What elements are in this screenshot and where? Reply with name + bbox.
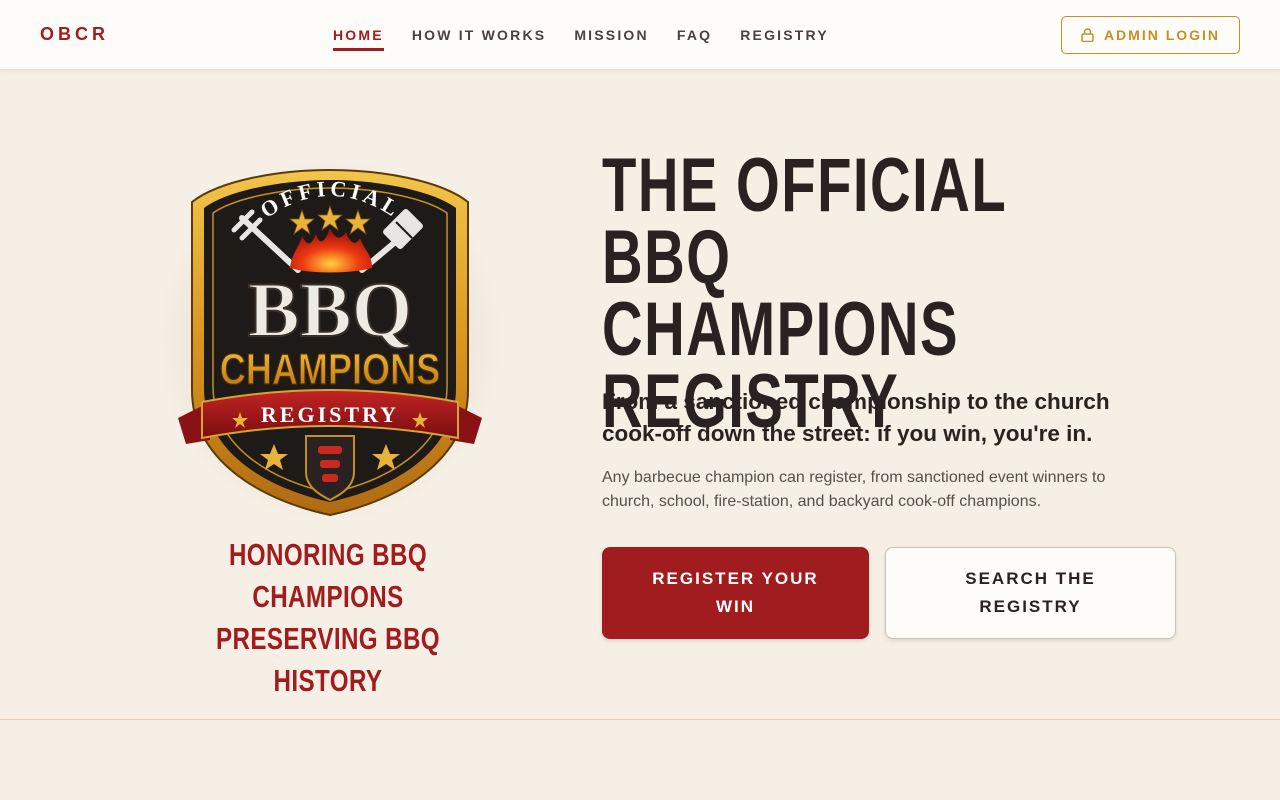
register-win-button[interactable]: REGISTER YOUR WIN [602,547,869,639]
nav-item-registry[interactable]: REGISTRY [740,19,829,51]
nav-item-home[interactable]: HOME [333,19,384,51]
hero-title-line-2: CHAMPIONS [602,287,960,372]
admin-login-label: ADMIN LOGIN [1103,27,1221,43]
nav-item-faq[interactable]: FAQ [677,19,712,51]
nav-item-how-it-works[interactable]: HOW IT WORKS [412,19,547,51]
main-nav: HOME HOW IT WORKS MISSION FAQ REGISTRY [333,0,829,70]
hero-description: Any barbecue champion can register, from… [602,469,1106,510]
brand-logo-text[interactable]: OBCR [40,24,109,45]
tagline-line-2: PRESERVING BBQ HISTORY [215,621,441,698]
tagline-line-1: HONORING BBQ CHAMPIONS [228,537,428,614]
registry-badge-logo: OFFICIAL BBQ CHAMPIONS REGISTRY [150,140,510,530]
tagline: HONORING BBQ CHAMPIONS PRESERVING BBQ HI… [180,534,476,702]
badge-bbq-text: BBQ [248,266,413,353]
badge-champions-text: CHAMPIONS [220,345,440,394]
hero-title-line-1: THE OFFICIAL BBQ [602,143,1007,300]
lock-icon [1081,28,1094,42]
top-navbar: OBCR HOME HOW IT WORKS MISSION FAQ REGIS… [0,0,1280,70]
nav-item-mission[interactable]: MISSION [574,19,649,51]
badge-emblem: OFFICIAL BBQ CHAMPIONS REGISTRY [178,168,482,517]
section-divider [0,719,1280,720]
hero-subtitle: From a sanctioned championship to the ch… [602,389,1110,446]
search-registry-button[interactable]: SEARCH THE REGISTRY [885,547,1176,639]
badge-registry-text: REGISTRY [261,402,399,427]
admin-login-button[interactable]: ADMIN LOGIN [1061,16,1240,54]
